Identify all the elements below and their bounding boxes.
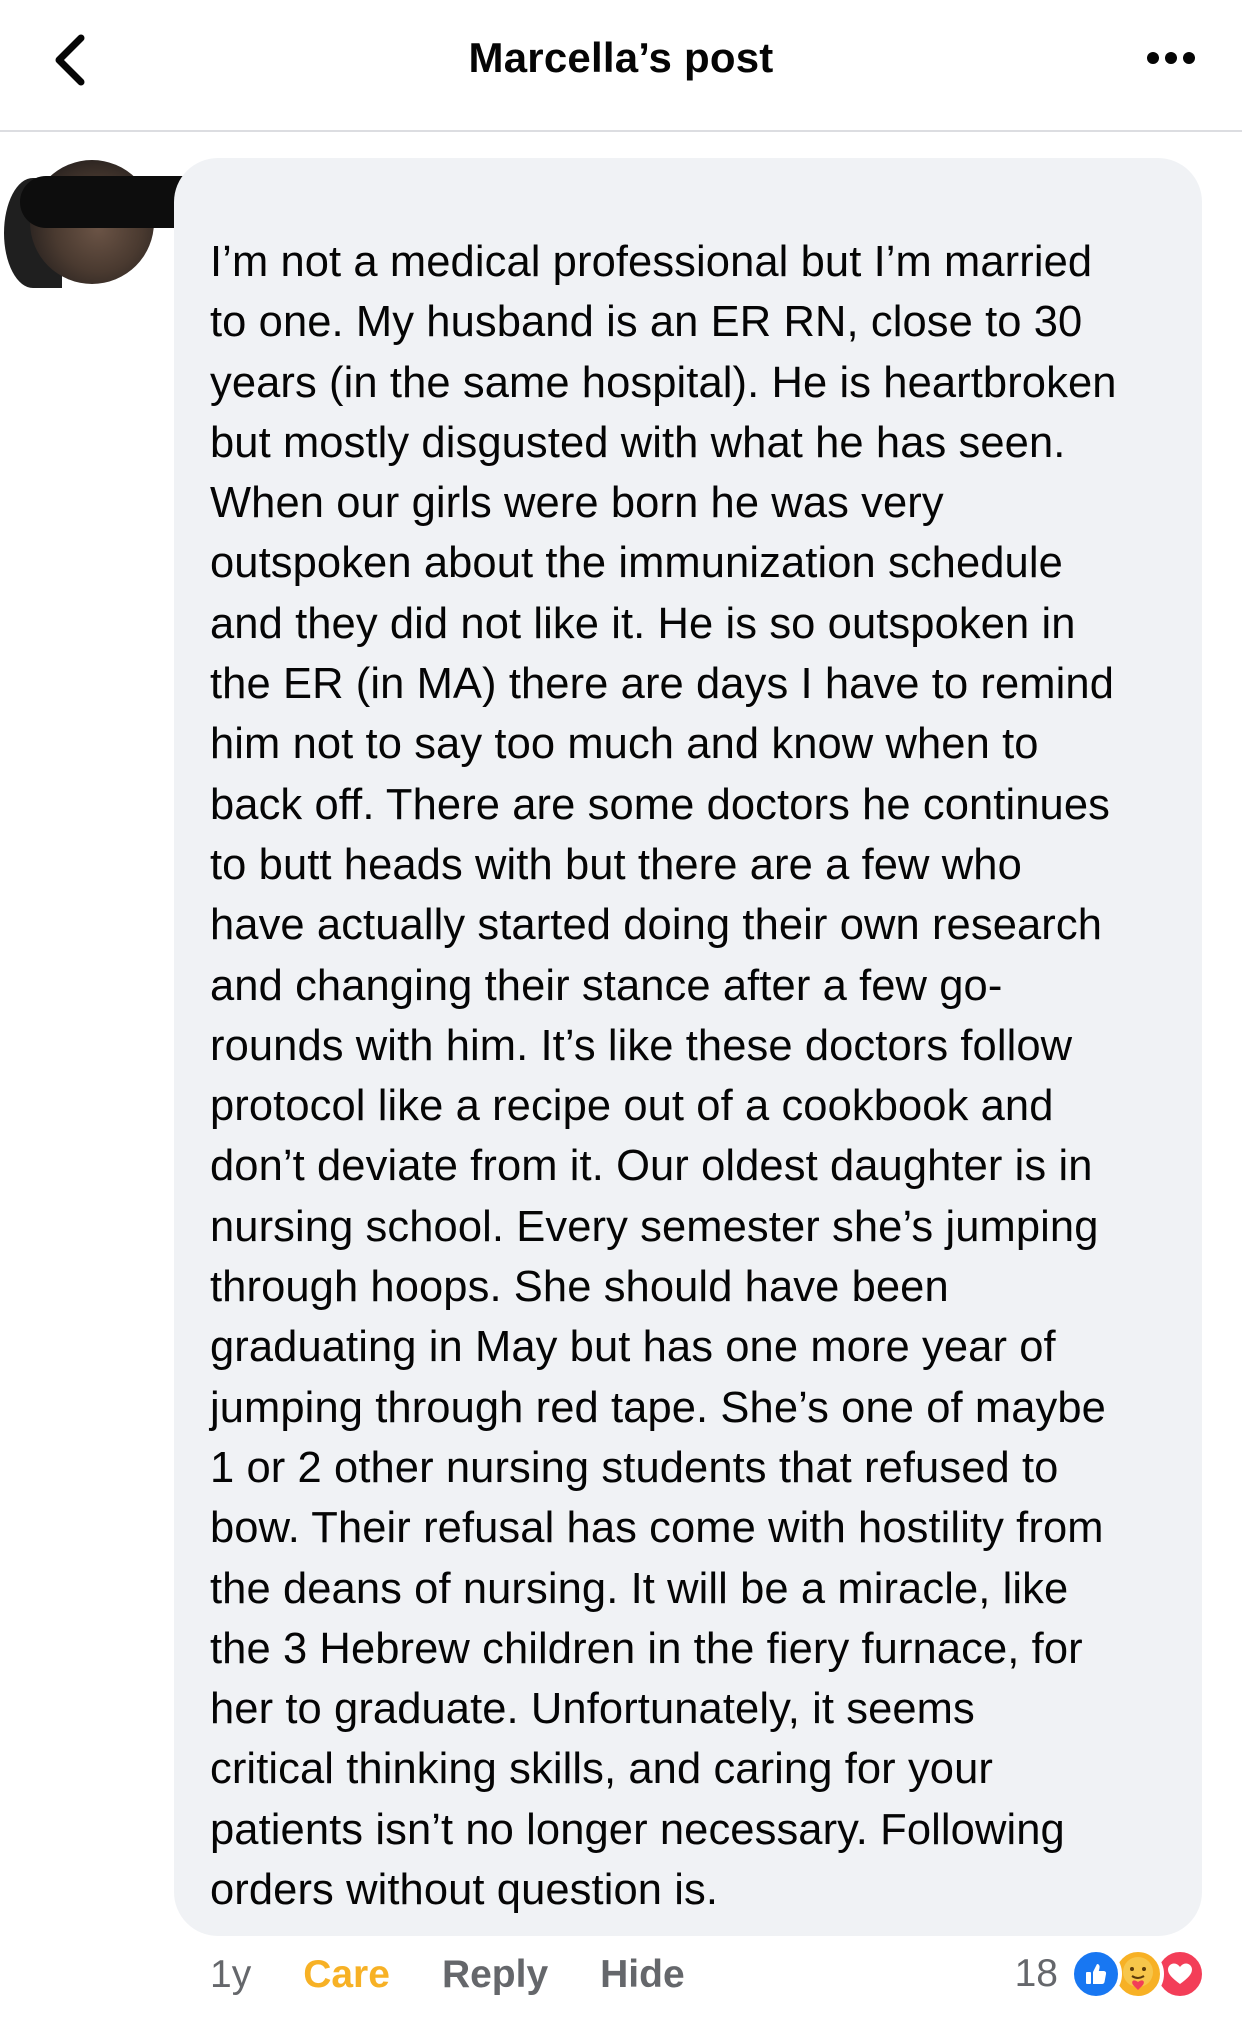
hide-button[interactable]: Hide [600, 1953, 685, 1997]
comment-timestamp[interactable]: 1y [210, 1953, 251, 1997]
reaction-count: 18 [1014, 1952, 1058, 1995]
care-reaction-button[interactable]: Care [303, 1953, 390, 1997]
comment-bubble: I’m not a medical professional but I’m m… [174, 158, 1202, 1936]
page-title: Marcella’s post [468, 34, 774, 81]
comment-text: I’m not a medical professional but I’m m… [210, 238, 1117, 1915]
more-dots-icon [1147, 52, 1159, 64]
more-dots-icon [1183, 52, 1195, 64]
more-options-button[interactable] [1136, 40, 1206, 76]
top-bar: Marcella’s post [0, 0, 1242, 132]
reaction-summary[interactable]: 18 [1015, 1946, 1206, 2002]
more-dots-icon [1165, 52, 1177, 64]
comment-actions: 1y Care Reply Hide [210, 1950, 685, 2000]
reply-button[interactable]: Reply [442, 1953, 548, 1997]
like-icon [1070, 1948, 1122, 2000]
